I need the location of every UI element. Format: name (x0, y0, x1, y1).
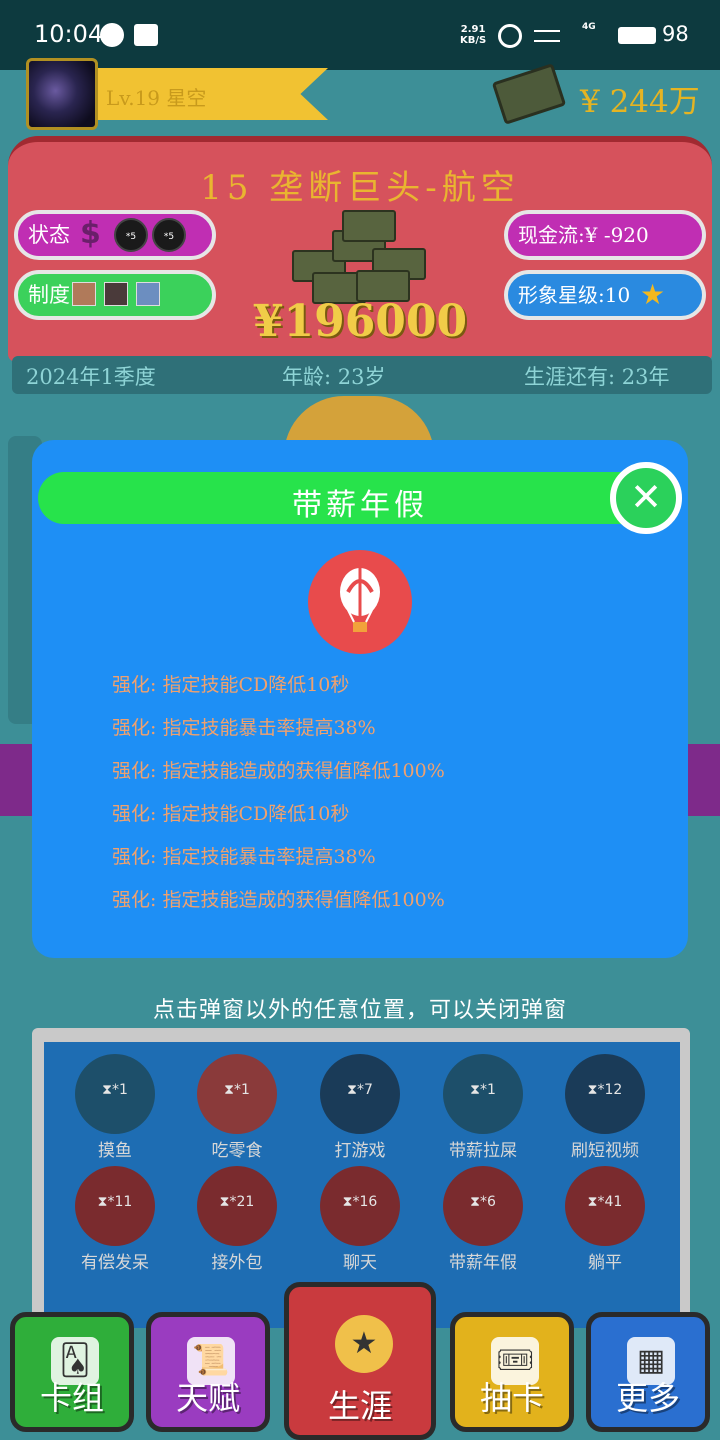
speed-value: 2.91 (460, 24, 486, 35)
toilet-paper-icon: ⧗*1 (443, 1054, 523, 1134)
effect-line: 强化: 指定技能暴击率提高38% (112, 846, 376, 868)
skill-label: 摸鱼 (98, 1141, 132, 1161)
effect-line: 强化: 指定技能造成的获得值降低100% (112, 760, 445, 782)
skill-label: 接外包 (211, 1253, 263, 1273)
skill-label: 聊天 (343, 1253, 377, 1273)
close-button[interactable]: ✕ (610, 462, 682, 534)
snack-icon: ⧗*1 (197, 1054, 277, 1134)
status-bar: 10:04 2.91 KB/S 4G 98 (0, 0, 720, 70)
skill-item[interactable]: ⧗*12 刷短视频 (545, 1054, 665, 1161)
tab-label: 天赋 (175, 1379, 240, 1417)
skill-item[interactable]: ⧗*11 有偿发呆 (55, 1166, 175, 1273)
skill-label: 打游戏 (334, 1141, 386, 1161)
info-strip: 2024年1季度 年龄: 23岁 生涯还有: 23年 (12, 356, 712, 394)
effect-line: 强化: 指定技能CD降低10秒 (112, 674, 350, 696)
skill-label: 躺平 (588, 1253, 622, 1273)
network-type: 4G (582, 22, 596, 32)
skill-label: 吃零食 (211, 1141, 263, 1161)
skill-cooldown: ⧗*7 (347, 1082, 373, 1098)
timer-badge-icon: *5 (114, 218, 148, 252)
tab-4[interactable]: ▦ 更多 (586, 1312, 710, 1432)
app-notification-icon (100, 23, 124, 47)
skill-cooldown: ⧗*12 (587, 1082, 623, 1098)
speed-unit: KB/S (460, 35, 487, 46)
fish-icon: ⧗*1 (75, 1054, 155, 1134)
skill-cooldown: ⧗*11 (97, 1194, 133, 1210)
cash-flow: 现金流:¥ -920 (518, 223, 649, 247)
skill-item[interactable]: ⧗*16 聊天 (300, 1166, 420, 1273)
career-remaining: 生涯还有: 23年 (524, 365, 670, 389)
company-value: ¥196000 (252, 296, 468, 347)
skill-cooldown: ⧗*6 (470, 1194, 496, 1210)
effect-line: 强化: 指定技能CD降低10秒 (112, 803, 350, 825)
cash-pile-icon (282, 210, 438, 306)
status-label: 状态 (28, 223, 70, 247)
skill-item[interactable]: ⧗*1 带薪拉屎 (423, 1054, 543, 1161)
battery-level: 98 (662, 22, 689, 46)
skill-label: 带薪年假 (449, 1253, 517, 1273)
skill-label: 有偿发呆 (81, 1253, 149, 1273)
signal-lines-icon (534, 30, 560, 42)
money-stack-icon (491, 63, 567, 125)
skill-cooldown: ⧗*1 (470, 1082, 496, 1098)
network-speed: 2.91 KB/S (460, 24, 486, 46)
skill-item[interactable]: ⧗*21 接外包 (177, 1166, 297, 1273)
timer-badge-icon: *5 (152, 218, 186, 252)
cash-flow-pill[interactable]: 现金流:¥ -920 (504, 210, 706, 260)
battery-icon (618, 27, 656, 44)
close-hint: 点击弹窗以外的任意位置，可以关闭弹窗 (152, 998, 567, 1023)
mail-icon (134, 24, 158, 46)
tab-2[interactable]: ★ 生涯 (284, 1282, 436, 1440)
balloon-icon: ⧗*6 (443, 1166, 523, 1246)
tab-1[interactable]: 📜 天赋 (146, 1312, 270, 1432)
skill-item[interactable]: ⧗*1 吃零食 (177, 1054, 297, 1161)
tab-label: 抽卡 (479, 1379, 544, 1417)
skill-label: 带薪拉屎 (449, 1141, 517, 1161)
player-age: 年龄: 23岁 (282, 365, 386, 389)
tab-label: 更多 (615, 1379, 680, 1417)
skill-item[interactable]: ⧗*1 摸鱼 (55, 1054, 175, 1161)
player-level: Lv.19 星空 (106, 86, 207, 110)
current-date: 2024年1季度 (26, 365, 156, 389)
medal-icon: ★ (335, 1315, 393, 1373)
player-avatar[interactable] (26, 58, 98, 130)
skill-cooldown: ⧗*1 (224, 1082, 250, 1098)
chat-icon: ⧗*16 (320, 1166, 400, 1246)
tab-label: 卡组 (39, 1379, 104, 1417)
effect-line: 强化: 指定技能暴击率提高38% (112, 717, 376, 739)
skill-item[interactable]: ⧗*6 带薪年假 (423, 1166, 543, 1273)
gamepad-icon: ⧗*7 (320, 1054, 400, 1134)
laptop-icon: ⧗*21 (197, 1166, 277, 1246)
skill-label: 刷短视频 (571, 1141, 639, 1161)
skill-item[interactable]: ⧗*41 躺平 (545, 1166, 665, 1273)
skill-cooldown: ⧗*41 (587, 1194, 623, 1210)
phone-icon: ⧗*12 (565, 1054, 645, 1134)
lie-flat-icon: ⧗*41 (565, 1166, 645, 1246)
balloon-icon (308, 550, 412, 654)
total-cash: ¥ 244万 (580, 84, 700, 120)
skill-cooldown: ⧗*16 (342, 1194, 378, 1210)
alarm-icon (498, 24, 522, 48)
clock-time: 10:04 (34, 20, 104, 48)
effect-line: 强化: 指定技能造成的获得值降低100% (112, 889, 445, 911)
tab-label: 生涯 (327, 1387, 392, 1425)
tab-0[interactable]: 🂡 卡组 (10, 1312, 134, 1432)
daydream-icon: ⧗*11 (75, 1166, 155, 1246)
tab-3[interactable]: 🎟 抽卡 (450, 1312, 574, 1432)
close-icon: ✕ (630, 475, 662, 519)
skill-item[interactable]: ⧗*7 打游戏 (300, 1054, 420, 1161)
company-title: 15 垄断巨头-航空 (200, 168, 520, 208)
skill-cooldown: ⧗*21 (219, 1194, 255, 1210)
dollar-icon: $ (80, 216, 101, 251)
skill-cooldown: ⧗*1 (102, 1082, 128, 1098)
